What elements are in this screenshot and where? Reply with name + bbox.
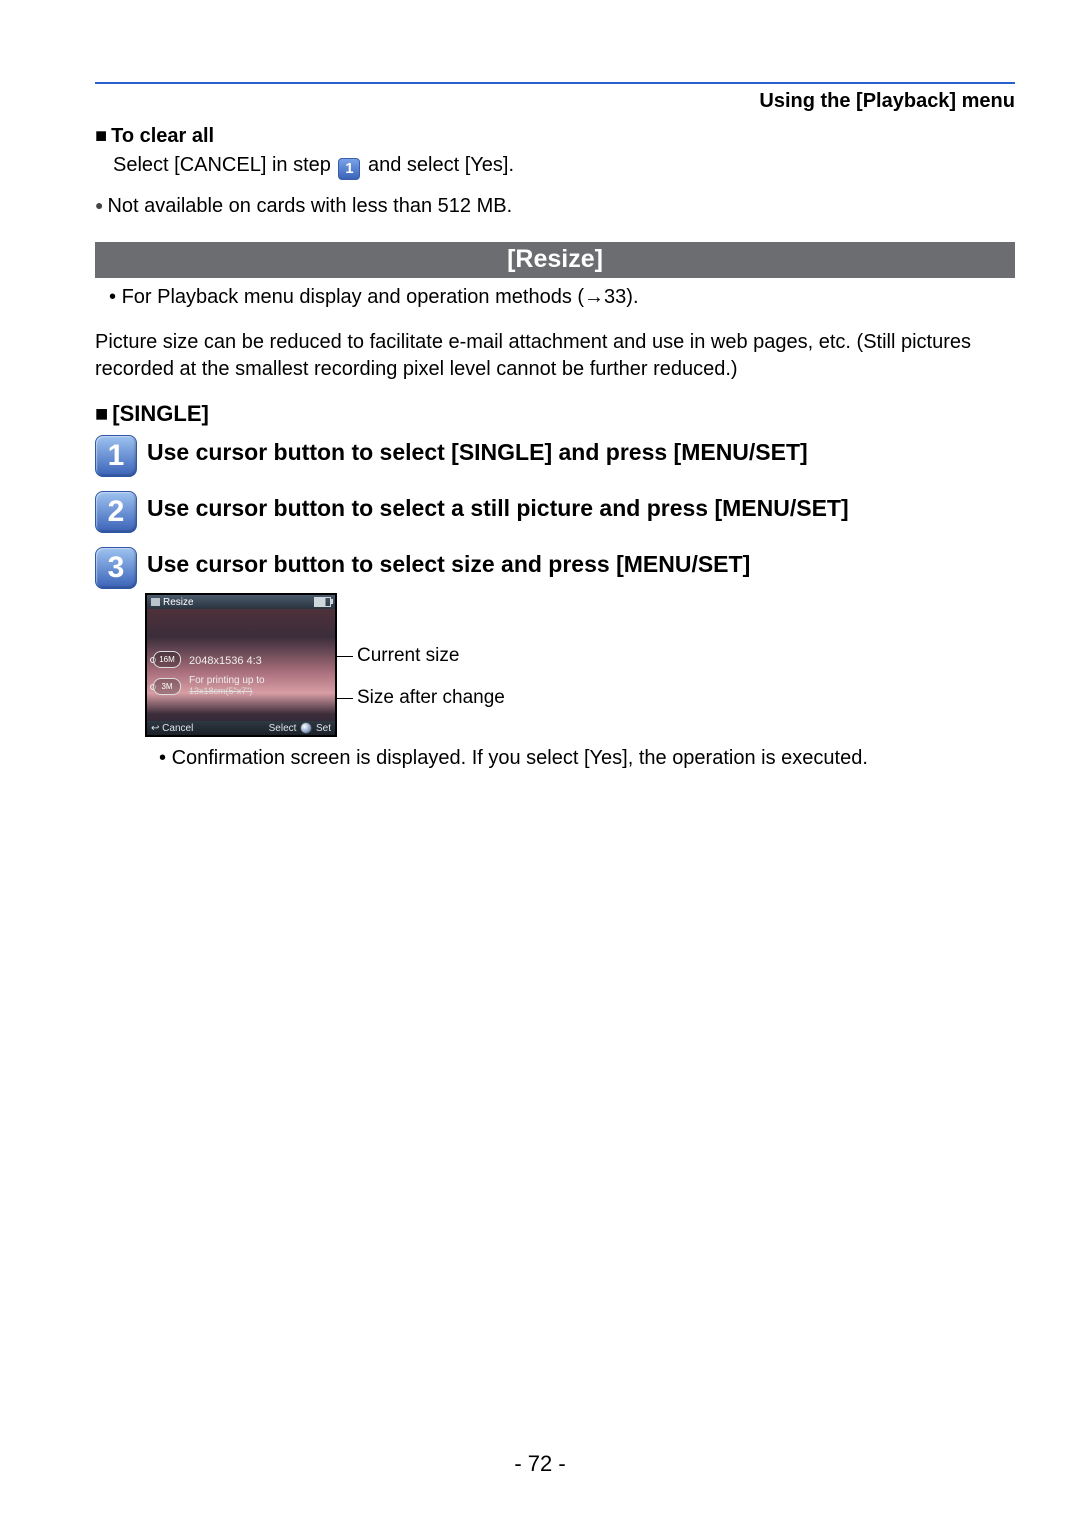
callout-after-text: Size after change: [357, 687, 505, 709]
step-1: 1 Use cursor button to select [SINGLE] a…: [95, 435, 1015, 477]
step-badge-3: 3: [95, 547, 137, 589]
page-number: - 72 -: [0, 1451, 1080, 1477]
clear-text-before: Select [CANCEL] in step: [113, 154, 336, 176]
camera-screenshot: Resize 16M 2048x1536 4:3 3M For printing…: [145, 593, 337, 737]
step-text-1: Use cursor button to select [SINGLE] and…: [147, 435, 808, 467]
readout-hint2: 13x18cm(5"x7"): [189, 686, 252, 696]
step-badge-2: 2: [95, 491, 137, 533]
resize-section-band: [Resize]: [95, 242, 1015, 278]
battery-icon: [314, 597, 331, 607]
screenshot-callouts: Current size Size after change: [337, 593, 505, 709]
callout-leader: [335, 656, 353, 657]
manual-page: Using the [Playback] menu To clear all S…: [0, 0, 1080, 1535]
footer-set-label: Set: [316, 723, 331, 734]
callout-leader: [335, 698, 353, 699]
single-subhead: [SINGLE]: [95, 401, 1015, 427]
clear-all-note: Not available on cards with less than 51…: [95, 193, 1015, 220]
footer-cancel: Cancel: [151, 723, 193, 734]
resize-icon: [151, 598, 160, 606]
screenshot-title: Resize: [163, 597, 194, 608]
size-pill-after: 3M: [153, 678, 181, 695]
step-text-2: Use cursor button to select a still pict…: [147, 491, 849, 523]
section-header: Using the [Playback] menu: [95, 90, 1015, 113]
menu-set-icon: [301, 723, 311, 733]
step-ref-icon: 1: [338, 158, 360, 180]
footer-select-label: Select: [269, 723, 297, 734]
screenshot-with-callouts: Resize 16M 2048x1536 4:3 3M For printing…: [145, 593, 1015, 737]
readout-size: 2048x1536 4:3: [189, 655, 262, 667]
confirmation-note: Confirmation screen is displayed. If you…: [145, 745, 1015, 772]
size-pill-current: 16M: [153, 651, 181, 668]
to-clear-all-text: Select [CANCEL] in step 1 and select [Ye…: [95, 152, 1015, 179]
callout-after: Size after change: [337, 687, 505, 709]
to-clear-all-heading: To clear all: [95, 123, 1015, 150]
screenshot-titlebar: Resize: [147, 595, 335, 609]
step-3: 3 Use cursor button to select size and p…: [95, 547, 1015, 589]
callout-current: Current size: [337, 645, 505, 667]
screenshot-footer: Cancel Select Set: [147, 721, 335, 735]
step-badge-1: 1: [95, 435, 137, 477]
readout-hint1: For printing up to: [189, 675, 265, 686]
resize-ref-line: For Playback menu display and operation …: [95, 284, 1015, 311]
step-2: 2 Use cursor button to select a still pi…: [95, 491, 1015, 533]
footer-select-set: Select Set: [269, 723, 331, 734]
clear-text-after: and select [Yes].: [368, 154, 514, 176]
resize-intro: Picture size can be reduced to facilitat…: [95, 329, 1015, 383]
step-text-3: Use cursor button to select size and pre…: [147, 547, 750, 579]
callout-current-text: Current size: [357, 645, 459, 667]
header-rule: [95, 82, 1015, 84]
